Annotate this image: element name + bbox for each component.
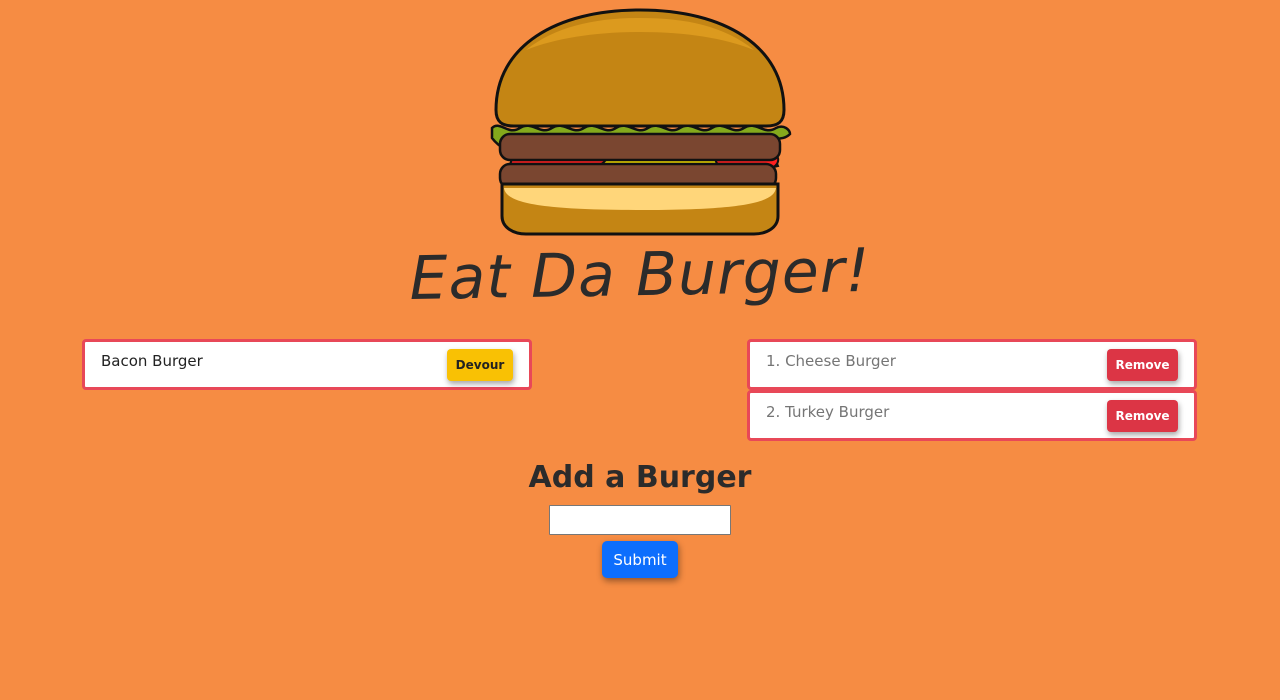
list-item: 1. Cheese Burger Remove (747, 339, 1197, 390)
burger-name: Bacon Burger (101, 351, 203, 370)
list-item: Bacon Burger Devour (82, 339, 532, 390)
burger-name-input[interactable] (549, 505, 731, 535)
devoured-burger-list: 1. Cheese Burger Remove 2. Turkey Burger… (747, 339, 1197, 441)
burger-icon (490, 8, 792, 236)
page: Eat Da Burger! Bacon Burger Devour 1. Ch… (0, 0, 1280, 700)
devour-button[interactable]: Devour (447, 348, 513, 381)
burger-name: 2. Turkey Burger (766, 402, 890, 421)
page-title: Eat Da Burger! (408, 235, 872, 315)
remove-button[interactable]: Remove (1107, 399, 1178, 432)
remove-button[interactable]: Remove (1107, 348, 1178, 381)
submit-button[interactable]: Submit (602, 541, 678, 578)
add-burger-heading: Add a Burger (528, 460, 752, 495)
list-item: 2. Turkey Burger Remove (747, 390, 1197, 441)
burger-name: 1. Cheese Burger (766, 351, 896, 370)
uneaten-burger-list: Bacon Burger Devour (82, 339, 532, 390)
